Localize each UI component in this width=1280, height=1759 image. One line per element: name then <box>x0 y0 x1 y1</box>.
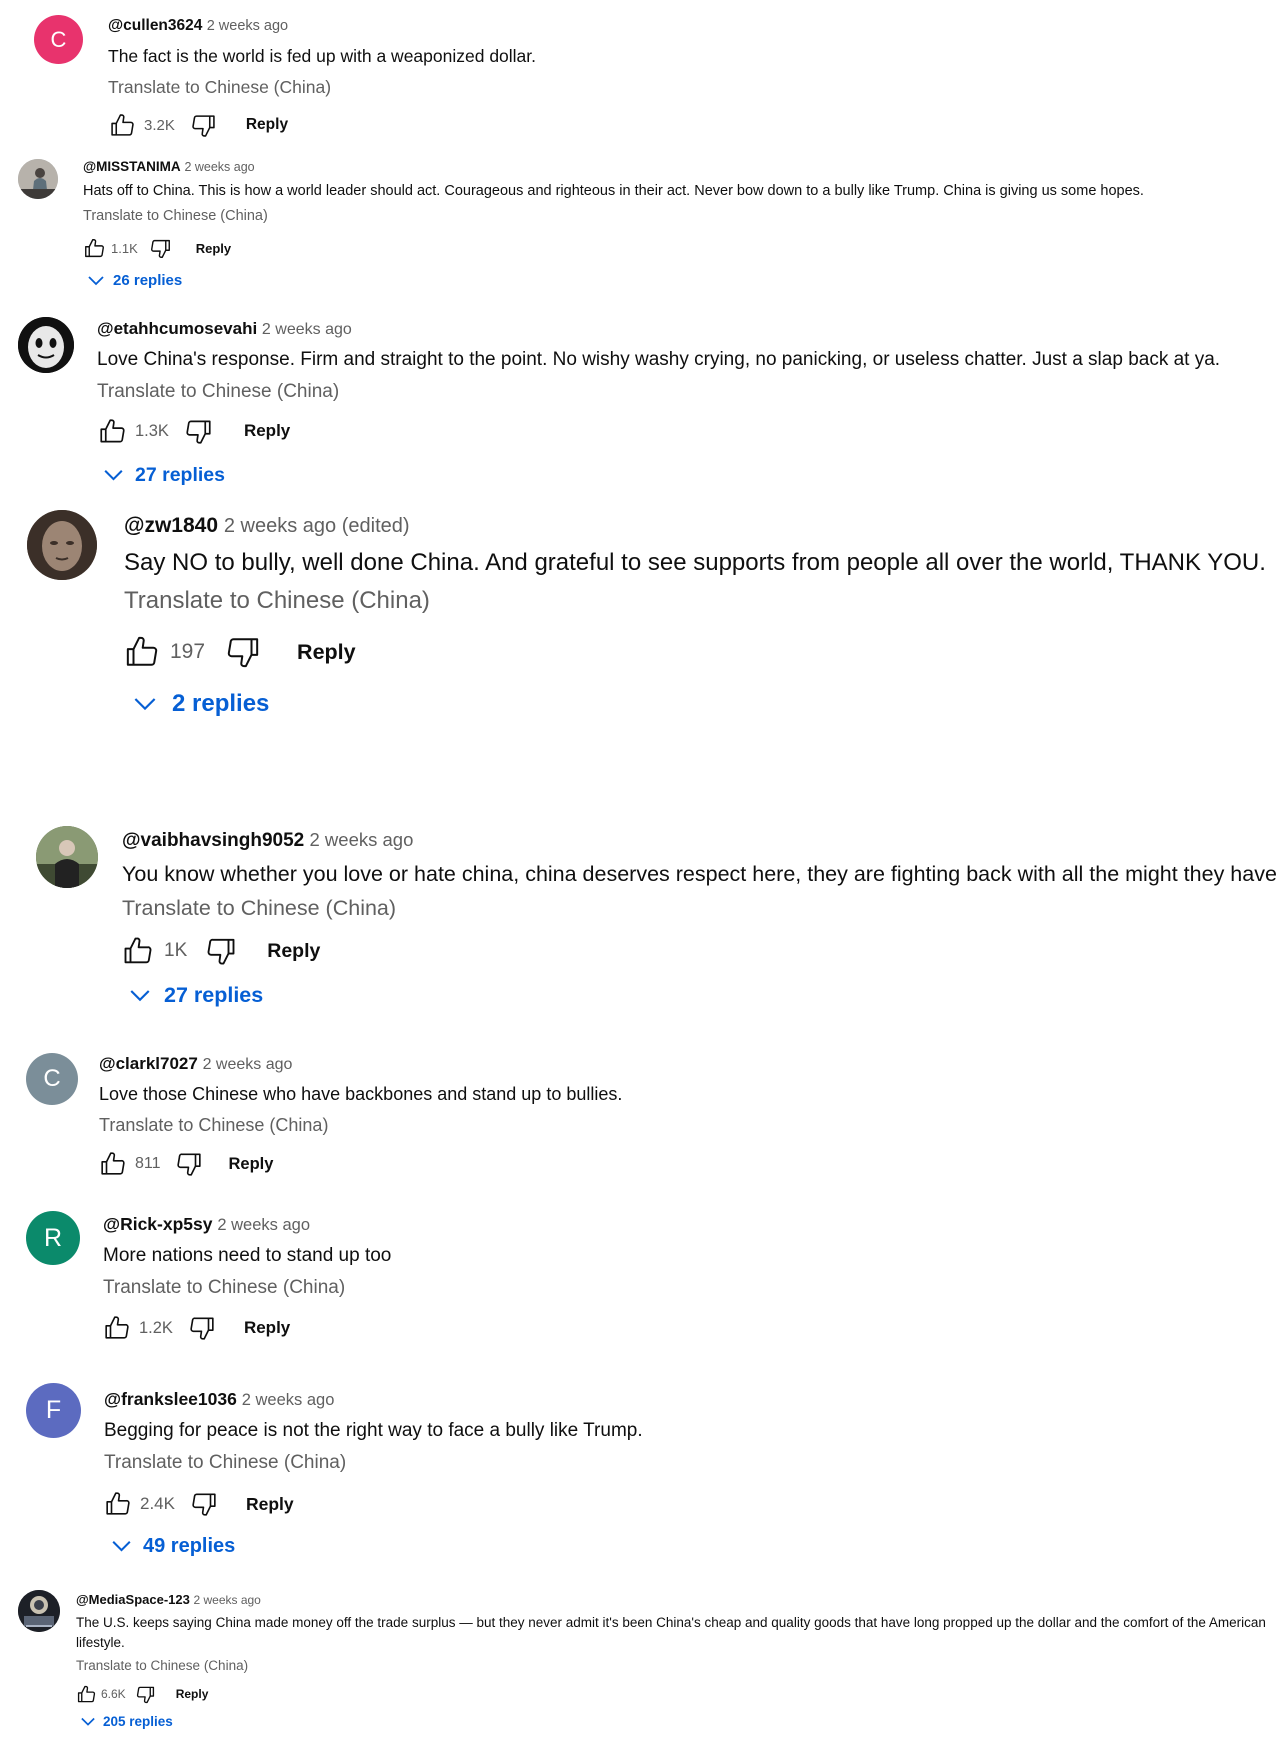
like-icon[interactable] <box>104 1490 132 1518</box>
like-count: 1.3K <box>135 421 169 440</box>
reply-button[interactable]: Reply <box>244 421 290 441</box>
dislike-icon[interactable] <box>225 634 261 670</box>
chevron-down-icon <box>130 989 150 1003</box>
like-count: 2.4K <box>140 1494 175 1513</box>
comment-time[interactable]: 2 weeks ago (edited) <box>224 515 410 537</box>
translate-link[interactable]: Translate to Chinese (China) <box>122 895 1272 922</box>
comment-author[interactable]: @vaibhavsingh9052 <box>122 830 304 851</box>
comment-author[interactable]: @clarkl7027 <box>99 1054 198 1073</box>
like-icon[interactable] <box>108 111 136 139</box>
like-count: 811 <box>135 1155 161 1172</box>
comment-author[interactable]: @cullen3624 <box>108 17 202 34</box>
chevron-down-icon <box>81 1717 95 1727</box>
reply-button[interactable]: Reply <box>176 1687 209 1701</box>
reply-button[interactable]: Reply <box>246 1494 294 1515</box>
translate-link[interactable]: Translate to Chinese (China) <box>108 76 1272 98</box>
view-replies-button[interactable]: 27 replies <box>104 464 1272 487</box>
avatar[interactable]: F <box>26 1383 81 1438</box>
reply-button[interactable]: Reply <box>196 241 231 256</box>
translate-link[interactable]: Translate to Chinese (China) <box>103 1276 1272 1300</box>
translate-link[interactable]: Translate to Chinese (China) <box>124 586 1272 616</box>
comment-author[interactable]: @Rick-xp5sy <box>103 1214 212 1234</box>
comment-text: Say NO to bully, well done China. And gr… <box>124 549 1266 576</box>
like-icon[interactable] <box>122 935 154 967</box>
dislike-icon[interactable] <box>184 416 214 446</box>
avatar[interactable] <box>36 826 98 888</box>
comment-text: Begging for peace is not the right way t… <box>104 1420 643 1441</box>
dislike-icon[interactable] <box>190 1490 218 1518</box>
dislike-icon[interactable] <box>205 935 237 967</box>
avatar[interactable] <box>18 159 58 199</box>
reply-button[interactable]: Reply <box>297 640 356 665</box>
view-replies-button[interactable]: 26 replies <box>88 272 1272 289</box>
dislike-icon[interactable] <box>188 1314 216 1342</box>
avatar[interactable]: R <box>26 1211 80 1265</box>
comment-text: Hats off to China. This is how a world l… <box>83 183 1144 199</box>
comment-text: Love China's response. Firm and straight… <box>97 349 1221 370</box>
like-icon[interactable] <box>83 237 105 259</box>
like-count: 197 <box>170 640 206 663</box>
comment-author[interactable]: @frankslee1036 <box>104 1389 237 1409</box>
like-icon[interactable] <box>76 1684 96 1704</box>
comment-time[interactable]: 2 weeks ago <box>203 1056 293 1073</box>
translate-link[interactable]: Translate to Chinese (China) <box>76 1657 1272 1675</box>
avatar[interactable]: C <box>26 1053 78 1105</box>
chevron-down-icon <box>104 469 123 482</box>
like-count: 3.2K <box>144 116 175 134</box>
like-count: 1K <box>164 940 188 961</box>
like-count: 1.2K <box>139 1318 173 1337</box>
comment-time[interactable]: 2 weeks ago <box>184 160 254 174</box>
dislike-icon[interactable] <box>150 237 172 259</box>
comment-author[interactable]: @MediaSpace-123 <box>76 1592 190 1607</box>
comment-text: More nations need to stand up too <box>103 1245 392 1266</box>
dislike-icon[interactable] <box>190 111 218 139</box>
avatar[interactable]: C <box>34 15 83 64</box>
comment-text: The fact is the world is fed up with a w… <box>108 46 537 66</box>
reply-button[interactable]: Reply <box>244 1318 290 1338</box>
comment-time[interactable]: 2 weeks ago <box>262 321 352 338</box>
translate-link[interactable]: Translate to Chinese (China) <box>104 1451 1272 1475</box>
reply-button[interactable]: Reply <box>229 1155 274 1174</box>
comment-time[interactable]: 2 weeks ago <box>310 829 414 850</box>
translate-link[interactable]: Translate to Chinese (China) <box>83 207 1272 226</box>
comment-text: Love those Chinese who have backbones an… <box>99 1084 623 1104</box>
reply-button[interactable]: Reply <box>246 116 288 134</box>
comment-time[interactable]: 2 weeks ago <box>207 18 288 34</box>
chevron-down-icon <box>88 275 104 287</box>
like-icon[interactable] <box>103 1314 131 1342</box>
like-icon[interactable] <box>124 634 160 670</box>
comment-author[interactable]: @etahhcumosevahi <box>97 319 257 338</box>
like-count: 6.6K <box>101 1687 126 1701</box>
comment-time[interactable]: 2 weeks ago <box>217 1216 310 1234</box>
comment-author[interactable]: @MISSTANIMA <box>83 159 181 174</box>
view-replies-button[interactable]: 49 replies <box>112 1535 1272 1558</box>
avatar[interactable] <box>18 1590 60 1632</box>
comment-author[interactable]: @zw1840 <box>124 514 218 537</box>
like-count: 1.1K <box>111 240 138 256</box>
translate-link[interactable]: Translate to Chinese (China) <box>99 1114 1272 1137</box>
translate-link[interactable]: Translate to Chinese (China) <box>97 380 1272 404</box>
avatar[interactable] <box>18 317 74 373</box>
view-replies-button[interactable]: 27 replies <box>130 983 1272 1008</box>
chevron-down-icon <box>112 1540 131 1553</box>
chevron-down-icon <box>134 697 156 712</box>
comment-text: The U.S. keeps saying China made money o… <box>76 1615 1266 1650</box>
dislike-icon[interactable] <box>136 1684 156 1704</box>
comment-text: You know whether you love or hate china,… <box>122 862 1277 886</box>
comment-time[interactable]: 2 weeks ago <box>242 1391 335 1409</box>
like-icon[interactable] <box>99 1150 127 1178</box>
avatar[interactable] <box>27 510 97 580</box>
like-icon[interactable] <box>97 416 127 446</box>
dislike-icon[interactable] <box>175 1150 203 1178</box>
comments-page: C @cullen3624 2 weeks ago The fact is th… <box>0 0 1280 1759</box>
view-replies-button[interactable]: 2 replies <box>134 690 1272 718</box>
view-replies-button[interactable]: 205 replies <box>81 1714 1272 1729</box>
comment-time[interactable]: 2 weeks ago <box>193 1593 260 1607</box>
reply-button[interactable]: Reply <box>267 940 320 963</box>
